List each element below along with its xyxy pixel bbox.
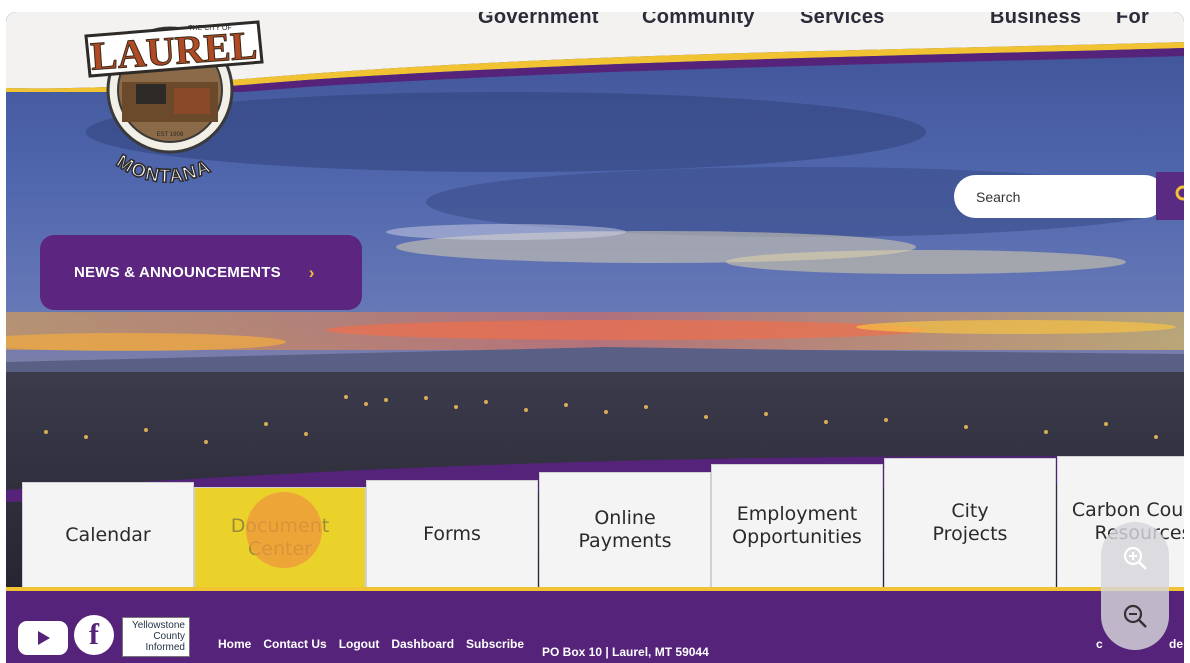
footer-link-dashboard[interactable]: Dashboard	[391, 637, 454, 651]
zoom-controls	[1101, 522, 1169, 650]
tile-forms[interactable]: Forms	[366, 480, 538, 588]
footer-link-home[interactable]: Home	[218, 637, 251, 651]
svg-text:MONTANA: MONTANA	[113, 151, 215, 187]
footer-links: Home Contact Us Logout Dashboard Subscri…	[218, 637, 524, 651]
zoom-out-button[interactable]	[1115, 596, 1155, 636]
nav-services[interactable]: Services	[800, 12, 885, 29]
news-announcements-button[interactable]: NEWS & ANNOUNCEMENTS ›	[40, 235, 362, 310]
footer-right-text-a: c	[1096, 637, 1103, 651]
footer-address: PO Box 10 | Laurel, MT 59044	[542, 645, 709, 659]
touch-indicator	[246, 492, 322, 568]
footer: f Yellowstone County Informed Home Conta…	[6, 587, 1184, 663]
svg-text:LAUREL: LAUREL	[89, 22, 258, 79]
yellowstone-county-informed-badge[interactable]: Yellowstone County Informed	[122, 617, 190, 657]
nav-community[interactable]: Community	[642, 12, 755, 29]
tile-employment-opportunities[interactable]: Employment Opportunities	[711, 464, 883, 588]
city-of-laurel-logo[interactable]: LAUREL THE CITY OF EST 1908 MONTANA	[82, 12, 272, 202]
svg-text:EST 1908: EST 1908	[157, 132, 184, 138]
tile-calendar[interactable]: Calendar	[22, 482, 194, 588]
page-frame: Government Community Services Business F…	[6, 12, 1184, 663]
search-input[interactable]	[954, 175, 1166, 218]
zoom-out-icon	[1123, 604, 1147, 628]
chevron-right-icon: ›	[308, 262, 315, 282]
tile-city-projects[interactable]: City Projects	[884, 458, 1056, 588]
facebook-icon[interactable]: f	[74, 615, 114, 655]
zoom-in-icon	[1123, 546, 1147, 570]
svg-text:THE CITY OF: THE CITY OF	[188, 25, 231, 32]
footer-link-contact-us[interactable]: Contact Us	[263, 637, 326, 651]
nav-business[interactable]: Business	[990, 12, 1081, 29]
quick-links: Calendar Document Center Forms Online Pa…	[22, 452, 1184, 588]
nav-government[interactable]: Government	[478, 12, 599, 29]
tile-online-payments[interactable]: Online Payments	[539, 472, 711, 588]
zoom-in-button[interactable]	[1115, 538, 1155, 578]
footer-link-subscribe[interactable]: Subscribe	[466, 637, 524, 651]
footer-link-logout[interactable]: Logout	[339, 637, 380, 651]
news-announcements-label: NEWS & ANNOUNCEMENTS	[74, 264, 281, 281]
nav-for[interactable]: For	[1116, 12, 1149, 29]
footer-right-text-b: de	[1169, 637, 1184, 651]
youtube-icon[interactable]	[18, 621, 68, 655]
search-icon	[1175, 185, 1184, 201]
